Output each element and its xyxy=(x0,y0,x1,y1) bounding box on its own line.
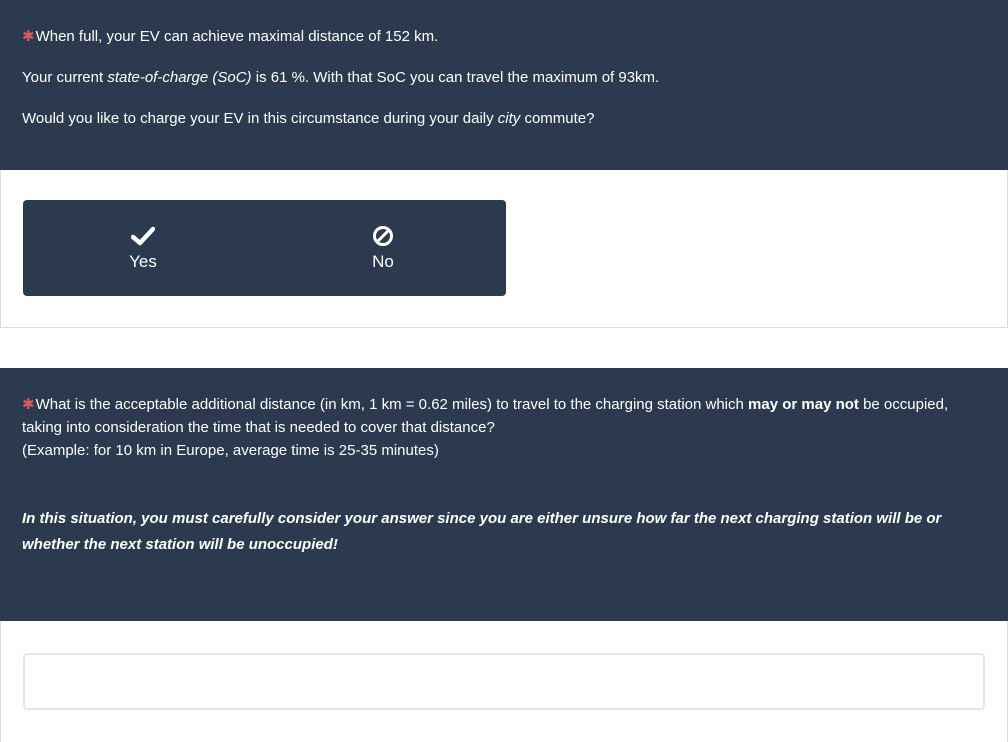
question2-warning: In this situation, you must carefully co… xyxy=(22,510,942,553)
check-icon xyxy=(131,224,155,248)
required-asterisk-icon: ✱ xyxy=(22,396,35,413)
yes-no-button-group: Yes No xyxy=(23,200,506,296)
distance-input[interactable] xyxy=(23,653,985,710)
question1-line2: Your current state-of-charge (SoC) is 61… xyxy=(22,69,660,86)
required-asterisk-icon: ✱ xyxy=(22,28,35,45)
question2-example: (Example: for 10 km in Europe, average t… xyxy=(22,442,439,459)
yes-button[interactable]: Yes xyxy=(23,200,263,296)
question1-answer-area: Yes No xyxy=(0,170,1008,328)
question2-text: ✱What is the acceptable additional dista… xyxy=(22,396,949,436)
ban-icon xyxy=(371,224,395,248)
yes-button-label: Yes xyxy=(129,252,157,271)
question1-line3: Would you like to charge your EV in this… xyxy=(22,110,595,127)
question2-answer-area xyxy=(0,621,1008,742)
question1-line1: ✱When full, your EV can achieve maximal … xyxy=(22,28,439,45)
no-button[interactable]: No xyxy=(263,200,503,296)
question2-header: ✱What is the acceptable additional dista… xyxy=(0,368,1008,621)
question1-header: ✱When full, your EV can achieve maximal … xyxy=(0,0,1008,170)
no-button-label: No xyxy=(372,252,394,271)
